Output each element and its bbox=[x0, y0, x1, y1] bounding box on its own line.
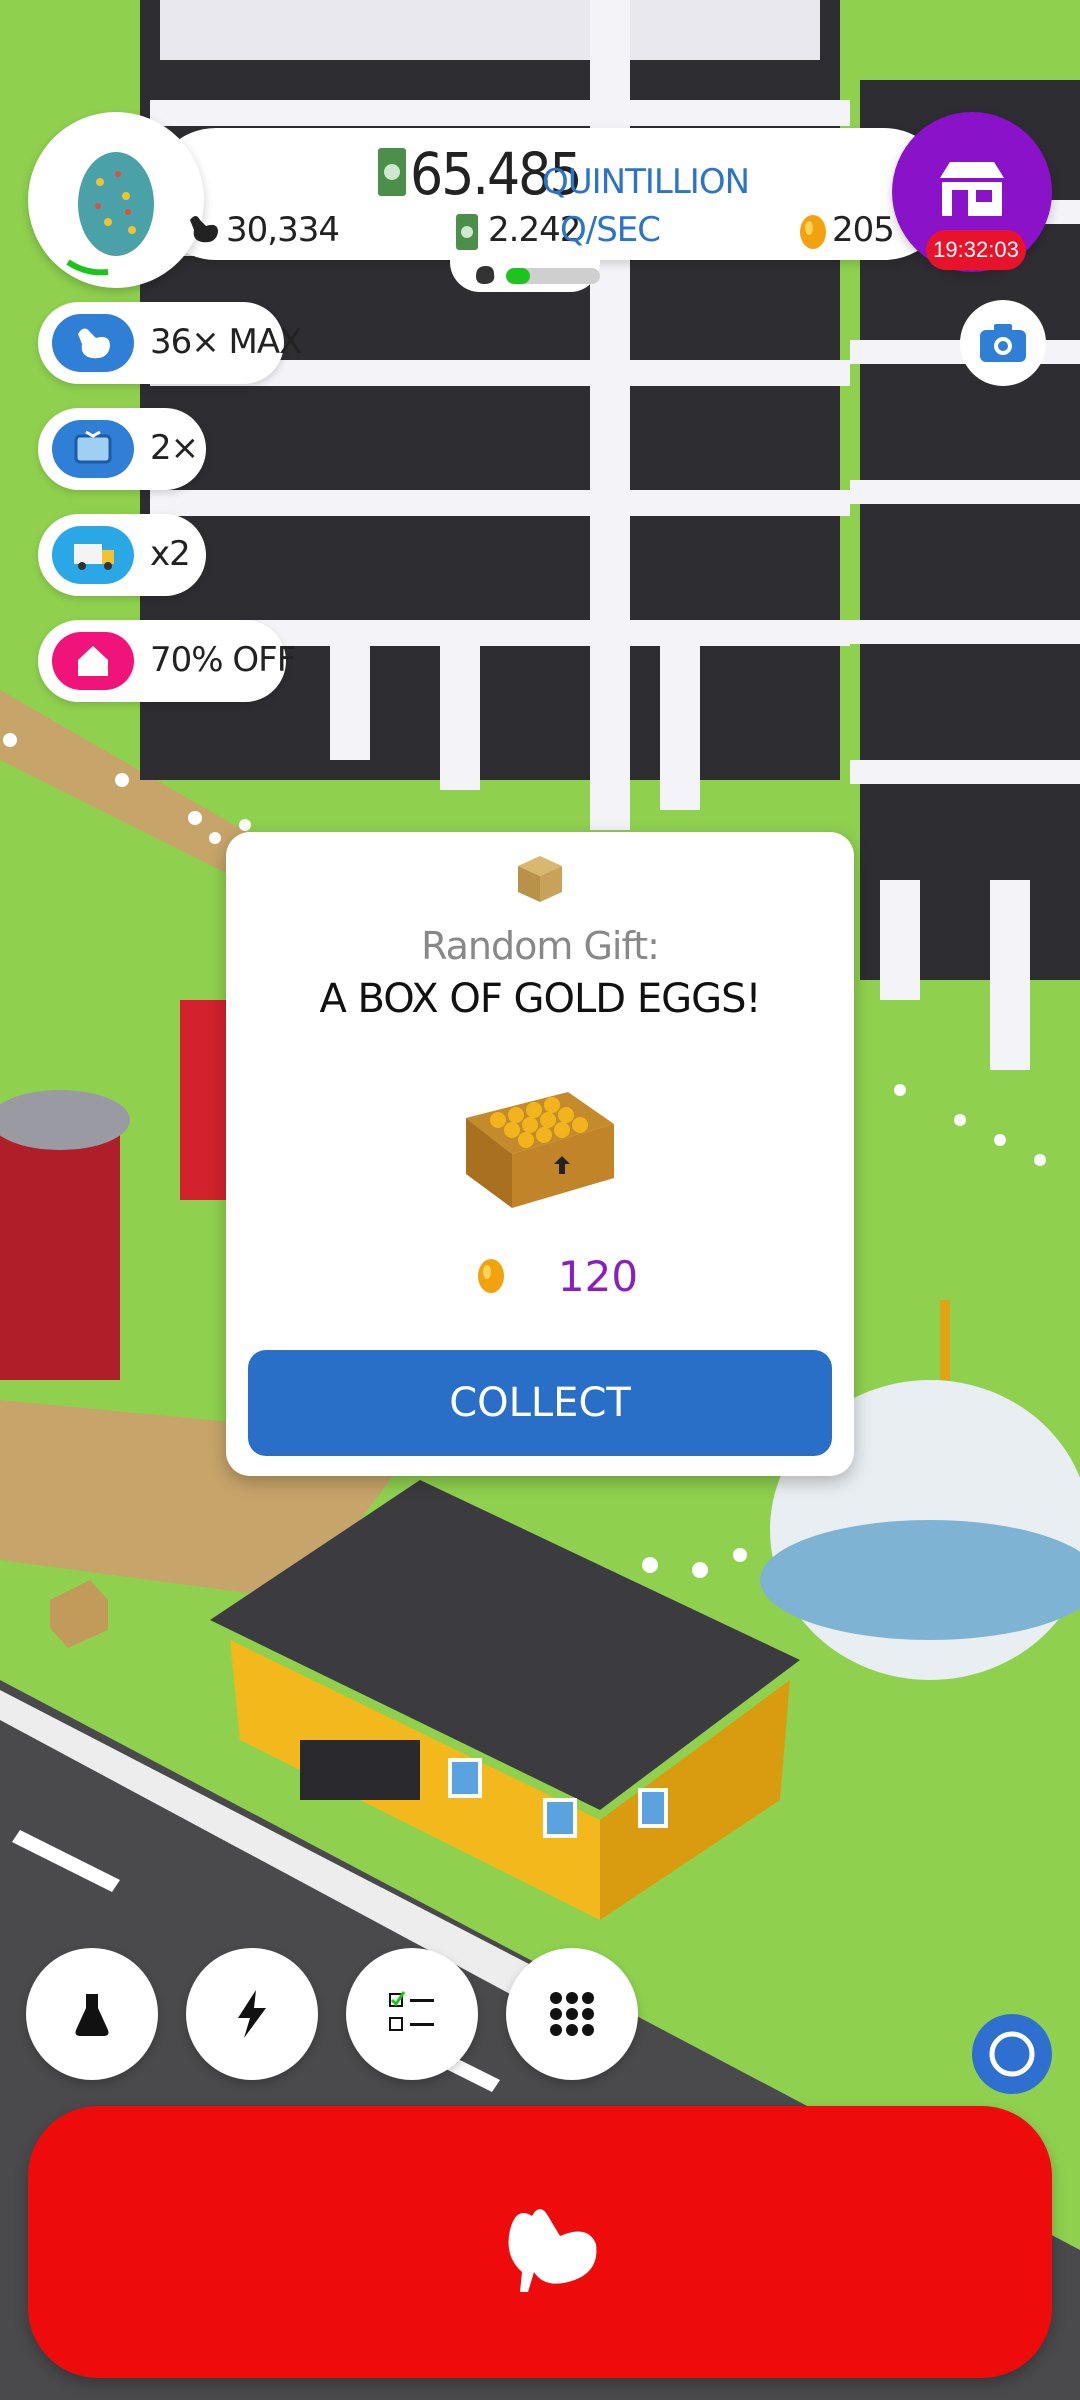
boost-discount[interactable]: 70% OFF bbox=[38, 620, 296, 702]
tv-icon bbox=[52, 420, 134, 478]
gold-egg-crate-image bbox=[458, 1078, 618, 1222]
rate-cash-icon bbox=[456, 214, 478, 254]
chicken-count-icon bbox=[186, 212, 222, 250]
research-button[interactable] bbox=[26, 1948, 158, 2080]
hatch-progress-bar bbox=[506, 268, 600, 284]
egg-icon bbox=[66, 152, 154, 276]
gift-amount: 120 bbox=[557, 1252, 639, 1301]
boost-label: 2× bbox=[150, 428, 199, 468]
hatch-chicken-button[interactable] bbox=[28, 2106, 1052, 2378]
chicken-icon bbox=[508, 2209, 597, 2292]
camera-icon bbox=[980, 324, 1026, 362]
gift-box-icon bbox=[512, 850, 568, 910]
checklist-icon bbox=[389, 1991, 434, 2031]
boost-truck[interactable]: x2 bbox=[38, 514, 206, 596]
boost-chicken-max[interactable]: 36× MAX bbox=[38, 302, 302, 384]
boost-label: 36× MAX bbox=[150, 322, 302, 362]
assistive-touch-button[interactable] bbox=[972, 2014, 1052, 2094]
grid-icon bbox=[550, 1992, 594, 2036]
chick-icon bbox=[472, 262, 498, 292]
hatch-progress-fill bbox=[506, 268, 530, 284]
boost-label: x2 bbox=[150, 534, 191, 574]
boost-tv[interactable]: 2× bbox=[38, 408, 206, 490]
ring-icon bbox=[989, 2031, 1035, 2077]
menu-button[interactable] bbox=[506, 1948, 638, 2080]
gift-subtitle: A BOX OF GOLD EGGS! bbox=[319, 976, 761, 1022]
chicken-icon bbox=[52, 314, 134, 372]
home-icon bbox=[52, 632, 134, 690]
boosts-button[interactable] bbox=[186, 1948, 318, 2080]
rate-unit: Q/SEC bbox=[560, 210, 661, 250]
shop-timer: 19:32:03 bbox=[926, 230, 1026, 270]
gift-title: Random Gift: bbox=[421, 924, 660, 968]
truck-icon bbox=[52, 526, 134, 584]
boost-label: 70% OFF bbox=[150, 640, 296, 680]
flask-icon bbox=[75, 1994, 109, 2036]
gold-egg-count: 205 bbox=[832, 210, 895, 250]
gold-egg-icon bbox=[798, 210, 828, 254]
egg-avatar-button[interactable] bbox=[28, 112, 204, 288]
lightning-icon bbox=[238, 1990, 266, 2038]
collect-button[interactable]: COLLECT bbox=[248, 1350, 832, 1456]
money-unit: QUINTILLION bbox=[542, 162, 750, 202]
missions-button[interactable] bbox=[346, 1948, 478, 2080]
camera-button[interactable] bbox=[960, 300, 1046, 386]
cash-icon bbox=[378, 148, 406, 200]
random-gift-dialog: Random Gift: A BOX OF GOLD EGGS! 120 COL… bbox=[226, 832, 854, 1476]
chicken-count: 30,334 bbox=[226, 210, 340, 250]
